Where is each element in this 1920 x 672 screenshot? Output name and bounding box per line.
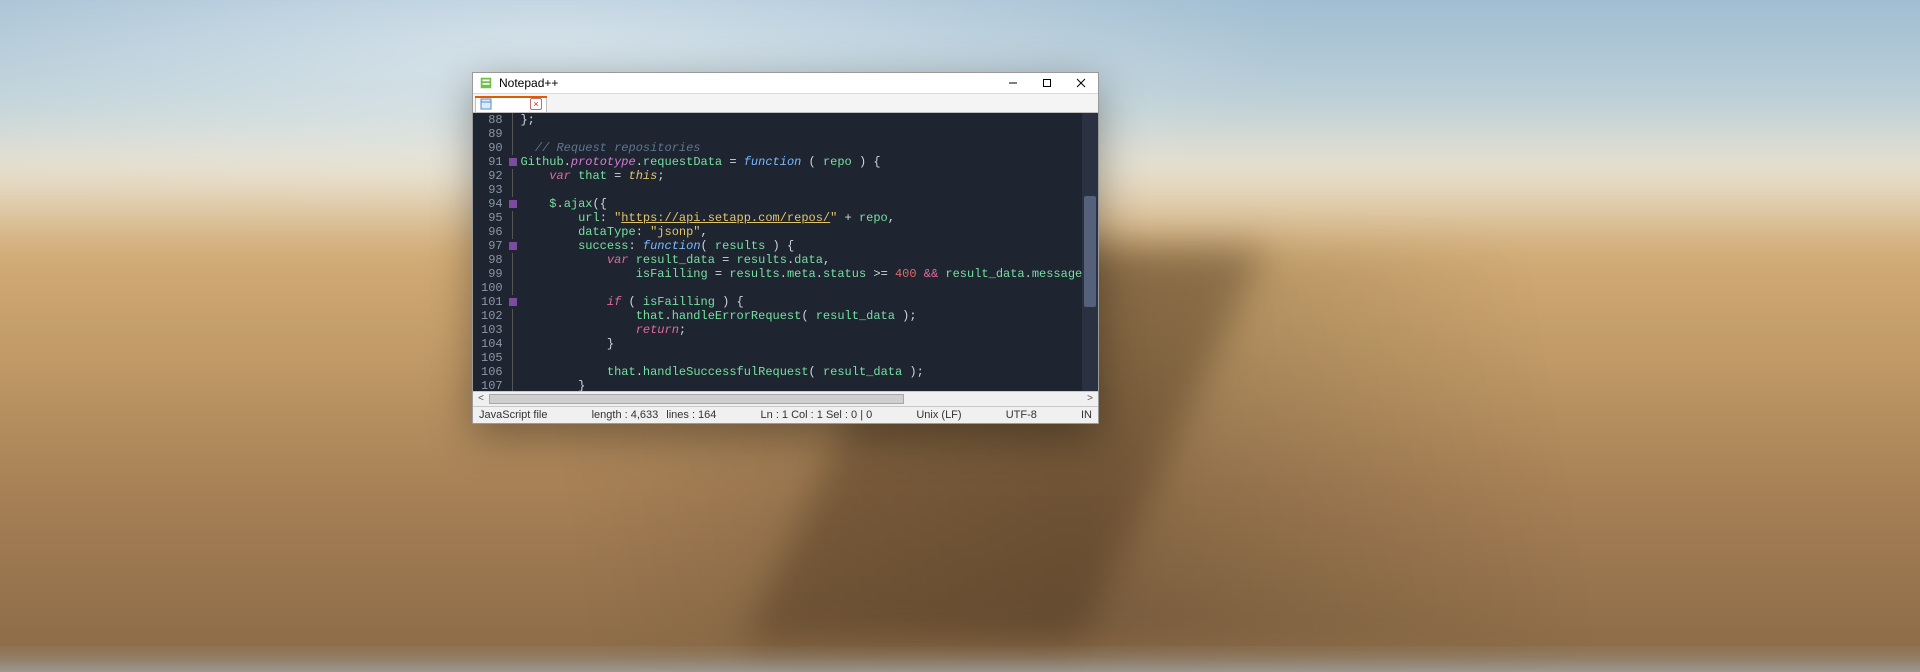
- line-number: 102: [473, 309, 503, 323]
- code-line[interactable]: url: "https://api.setapp.com/repos/" + r…: [520, 211, 1082, 225]
- fold-marker: [507, 379, 519, 391]
- hscroll-left-arrow[interactable]: <: [473, 392, 489, 406]
- fold-marker[interactable]: [507, 197, 519, 211]
- line-number: 100: [473, 281, 503, 295]
- line-number-gutter: 8889909192939495969798991001011021031041…: [473, 113, 507, 391]
- code-line[interactable]: var that = this;: [520, 169, 1082, 183]
- window-title: Notepad++: [499, 76, 558, 90]
- code-line[interactable]: Github.prototype.requestData = function …: [520, 155, 1082, 169]
- code-line[interactable]: success: function( results ) {: [520, 239, 1082, 253]
- code-line[interactable]: [520, 127, 1082, 141]
- fold-marker: [507, 141, 519, 155]
- status-eol: Unix (LF): [916, 409, 961, 421]
- line-number: 104: [473, 337, 503, 351]
- fold-column[interactable]: [507, 113, 519, 391]
- fold-marker[interactable]: [507, 239, 519, 253]
- code-line[interactable]: var result_data = results.data,: [520, 253, 1082, 267]
- hscroll-track[interactable]: [489, 392, 1082, 406]
- fold-marker: [507, 113, 519, 127]
- line-number: 91: [473, 155, 503, 169]
- code-line[interactable]: }: [520, 337, 1082, 351]
- tab-close-icon[interactable]: ×: [530, 98, 542, 110]
- code-line[interactable]: }: [520, 379, 1082, 391]
- hscroll-right-arrow[interactable]: >: [1082, 392, 1098, 406]
- fold-marker: [507, 183, 519, 197]
- status-position: Ln : 1 Col : 1 Sel : 0 | 0: [761, 409, 873, 421]
- fold-marker: [507, 281, 519, 295]
- fold-marker: [507, 365, 519, 379]
- code-area[interactable]: }; // Request repositoriesGithub.prototy…: [518, 113, 1082, 391]
- status-length: length : 4,633: [592, 409, 659, 421]
- status-filetype: JavaScript file: [479, 409, 547, 421]
- fold-marker: [507, 323, 519, 337]
- line-number: 97: [473, 239, 503, 253]
- line-number: 103: [473, 323, 503, 337]
- vertical-scrollbar[interactable]: [1082, 113, 1098, 391]
- line-number: 95: [473, 211, 503, 225]
- notepadpp-window: Notepad++ × 8889909192939495969798991001…: [472, 72, 1099, 424]
- fold-marker: [507, 309, 519, 323]
- line-number: 96: [473, 225, 503, 239]
- status-mode: IN: [1081, 409, 1092, 421]
- code-line[interactable]: // Request repositories: [520, 141, 1082, 155]
- code-line[interactable]: [520, 351, 1082, 365]
- maximize-button[interactable]: [1030, 73, 1064, 93]
- horizontal-scrollbar[interactable]: < >: [473, 391, 1098, 406]
- file-icon: [480, 98, 492, 110]
- minimize-button[interactable]: [996, 73, 1030, 93]
- fold-marker: [507, 225, 519, 239]
- line-number: 89: [473, 127, 503, 141]
- code-line[interactable]: $.ajax({: [520, 197, 1082, 211]
- code-line[interactable]: that.handleSuccessfulRequest( result_dat…: [520, 365, 1082, 379]
- line-number: 101: [473, 295, 503, 309]
- fold-marker: [507, 351, 519, 365]
- code-line[interactable]: };: [520, 113, 1082, 127]
- status-bar: JavaScript file length : 4,633 lines : 1…: [473, 406, 1098, 423]
- fold-marker[interactable]: [507, 295, 519, 309]
- line-number: 106: [473, 365, 503, 379]
- fold-marker: [507, 253, 519, 267]
- close-button[interactable]: [1064, 73, 1098, 93]
- app-icon: [479, 76, 493, 90]
- code-line[interactable]: that.handleErrorRequest( result_data );: [520, 309, 1082, 323]
- line-number: 88: [473, 113, 503, 127]
- hscroll-thumb[interactable]: [489, 394, 904, 404]
- fold-marker: [507, 127, 519, 141]
- status-encoding: UTF-8: [1006, 409, 1037, 421]
- tab-strip: ×: [473, 94, 1098, 113]
- titlebar[interactable]: Notepad++: [473, 73, 1098, 94]
- fold-marker: [507, 211, 519, 225]
- fold-marker: [507, 267, 519, 281]
- fold-marker: [507, 169, 519, 183]
- line-number: 90: [473, 141, 503, 155]
- code-line[interactable]: [520, 281, 1082, 295]
- code-line[interactable]: if ( isFailling ) {: [520, 295, 1082, 309]
- line-number: 98: [473, 253, 503, 267]
- file-tab[interactable]: ×: [475, 96, 547, 112]
- line-number: 94: [473, 197, 503, 211]
- code-line[interactable]: isFailling = results.meta.status >= 400 …: [520, 267, 1082, 281]
- code-line[interactable]: [520, 183, 1082, 197]
- editor[interactable]: 8889909192939495969798991001011021031041…: [473, 113, 1098, 391]
- status-lines: lines : 164: [666, 409, 716, 421]
- code-line[interactable]: return;: [520, 323, 1082, 337]
- line-number: 107: [473, 379, 503, 391]
- code-line[interactable]: dataType: "jsonp",: [520, 225, 1082, 239]
- line-number: 99: [473, 267, 503, 281]
- line-number: 93: [473, 183, 503, 197]
- line-number: 92: [473, 169, 503, 183]
- fold-marker: [507, 337, 519, 351]
- vertical-scrollbar-thumb[interactable]: [1084, 196, 1096, 307]
- fold-marker[interactable]: [507, 155, 519, 169]
- line-number: 105: [473, 351, 503, 365]
